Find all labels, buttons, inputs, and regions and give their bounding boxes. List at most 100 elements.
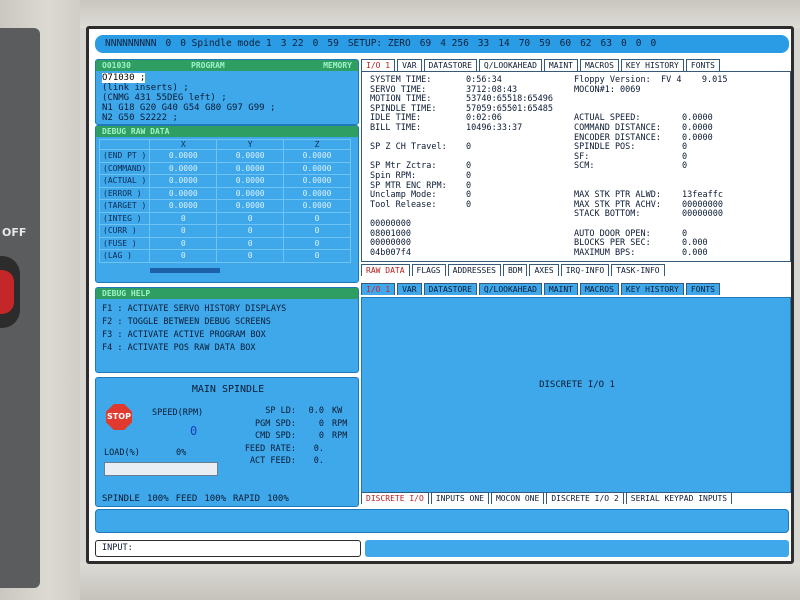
- table-row: (ERROR ) 0.0000 0.0000 0.0000: [98, 186, 351, 200]
- raw-data-z: 0: [283, 224, 351, 238]
- program-line: (link inserts) ;: [102, 83, 352, 93]
- raw-data-y: 0: [216, 249, 285, 263]
- info-value: 0: [682, 142, 688, 153]
- debug-raw-data-box[interactable]: DEBUG RAW DATA X Y Z (END PT ) 0.0000 0.0000 0…: [95, 125, 359, 283]
- top-tab[interactable]: MACROS: [579, 59, 619, 71]
- bezel-top: [80, 0, 800, 28]
- raw-data-row-label: (ERROR ): [98, 186, 151, 200]
- raw-data-x: 0.0000: [149, 186, 218, 200]
- io-tab[interactable]: KEY HISTORY: [620, 283, 684, 295]
- debug-help-lines: F1 : ACTIVATE SERVO HISTORY DISPLAYS F2 :…: [96, 299, 358, 359]
- top-tab[interactable]: MAINT: [543, 59, 578, 71]
- status-field: 0: [650, 38, 657, 49]
- top-tab[interactable]: FONTS: [685, 59, 720, 71]
- discrete-io-tab[interactable]: DISCRETE I/O: [361, 492, 429, 504]
- info-line: MAXIMUM BPS: 0.000: [574, 247, 723, 259]
- raw-data-x: 0: [149, 211, 218, 225]
- raw-data-z: 0: [283, 236, 351, 250]
- raw-data-x: 0: [149, 249, 218, 263]
- discrete-io-tab[interactable]: SERIAL KEYPAD INPUTS: [625, 492, 733, 504]
- raw-data-header-row: XYZ: [98, 139, 351, 150]
- spindle-readout-row: SP LD: 0.0 KW: [226, 406, 356, 419]
- debug-tab[interactable]: ADDRESSES: [447, 264, 501, 276]
- override-field: RAPID: [233, 494, 261, 504]
- program-box[interactable]: O01030 PROGRAM MEMORY O71030 ; (link inse…: [95, 59, 359, 125]
- raw-data-x: 0.0000: [149, 174, 218, 188]
- info-line: MOCON#1: 0069: [574, 85, 723, 96]
- info-value: 00000000: [682, 199, 723, 210]
- status-field: 69: [419, 38, 432, 49]
- info-value: 0: [682, 228, 688, 239]
- system-info-right: Floppy Version: FV 4 9.015 MOCON#1: 0069 A…: [574, 75, 728, 259]
- info-value: 57059:65501:65485: [466, 103, 553, 114]
- status-field: 0: [312, 38, 319, 49]
- io-tab[interactable]: I/O 1: [361, 283, 396, 295]
- info-value: 0:02:06: [466, 113, 502, 124]
- spindle-readout-value: 0: [318, 431, 324, 441]
- status-field: NNNNNNNNN: [105, 38, 157, 49]
- discrete-io-tab[interactable]: MOCON ONE: [490, 492, 545, 504]
- program-header-mode: MEMORY: [323, 61, 352, 70]
- emergency-stop-button[interactable]: [0, 270, 14, 314]
- status-field: 4 256: [440, 38, 469, 49]
- info-value: 13feaffc: [682, 190, 723, 201]
- debug-tab[interactable]: TASK-INFO: [611, 264, 665, 276]
- override-field: FEED: [175, 494, 198, 504]
- spindle-load-percent: 0%: [176, 448, 187, 458]
- io-tab[interactable]: MAINT: [543, 283, 578, 295]
- debug-tab[interactable]: AXES: [529, 264, 559, 276]
- program-line-text: (CNMG 431 55DEG left) ;: [102, 93, 227, 103]
- io-tab[interactable]: MACROS: [579, 283, 619, 295]
- input-field[interactable]: INPUT:: [95, 540, 361, 557]
- info-label: STACK BOTTOM:: [574, 209, 641, 220]
- spindle-readout-value: 0.: [313, 456, 324, 466]
- discrete-io-tab[interactable]: INPUTS ONE: [430, 492, 489, 504]
- spindle-readout-unit: RPM: [332, 418, 348, 429]
- system-info-left: SYSTEM TIME: 0:56:34 SERVO TIME: 3712:08:43…: [370, 75, 553, 259]
- status-field: 33: [477, 38, 490, 49]
- info-value: 0.0000: [682, 122, 713, 133]
- top-tab[interactable]: I/O 1: [361, 59, 396, 71]
- discrete-io-tab[interactable]: DISCRETE I/O 2: [546, 492, 624, 504]
- info-value: 0: [466, 180, 472, 191]
- info-line: Tool Release: 0: [370, 200, 553, 211]
- table-row: (TARGET ) 0.0000 0.0000 0.0000: [98, 199, 351, 213]
- debug-tab[interactable]: RAW DATA: [361, 264, 410, 276]
- spindle-readout-value: 0.0: [308, 406, 324, 416]
- io-tab[interactable]: DATASTORE: [423, 283, 477, 295]
- raw-data-row-label: (LAG ): [98, 249, 151, 263]
- top-tab[interactable]: Q/LOOKAHEAD: [478, 59, 542, 71]
- raw-data-row-label: (FUSE ): [98, 236, 151, 250]
- info-line: 04b007f4: [370, 248, 553, 259]
- raw-data-row-label: (ACTUAL ): [98, 174, 151, 188]
- program-header-title: PROGRAM: [191, 61, 225, 70]
- io-tab[interactable]: VAR: [397, 283, 422, 295]
- info-value: 0.000: [682, 247, 708, 258]
- spindle-readout-label: ACT FEED:: [249, 456, 296, 466]
- raw-data-x: 0.0000: [149, 199, 218, 213]
- program-line-text: N1 G18 G20 G40 G54 G80 G97 G99 ;: [102, 103, 276, 113]
- debug-tab[interactable]: BDM: [502, 264, 528, 276]
- raw-data-z: 0.0000: [283, 174, 351, 188]
- status-field: 0: [620, 38, 627, 49]
- io-tab[interactable]: FONTS: [685, 283, 720, 295]
- program-box-header: O01030 PROGRAM MEMORY: [96, 60, 358, 71]
- status-field: 62: [580, 38, 592, 49]
- top-tab[interactable]: DATASTORE: [423, 59, 477, 71]
- top-tab[interactable]: VAR: [397, 59, 422, 71]
- io-tab[interactable]: Q/LOOKAHEAD: [478, 283, 542, 295]
- status-field: 59: [539, 38, 551, 49]
- debug-tab[interactable]: IRQ-INFO: [560, 264, 610, 276]
- top-tab[interactable]: KEY HISTORY: [620, 59, 684, 71]
- status-field: 0: [635, 38, 642, 49]
- override-field: 100%: [204, 494, 226, 504]
- status-field: 0: [165, 38, 172, 49]
- info-line: STACK BOTTOM: 00000000: [574, 210, 723, 220]
- raw-data-z: 0.0000: [283, 199, 351, 213]
- debug-tab[interactable]: FLAGS: [411, 264, 446, 276]
- program-line: N2 G50 S2222 ;: [102, 113, 352, 123]
- info-value: 0:56:34: [466, 75, 502, 85]
- spindle-readout-label: SP LD:: [265, 406, 296, 416]
- table-row: (ACTUAL ) 0.0000 0.0000 0.0000: [98, 174, 351, 188]
- raw-data-scrollbar[interactable]: [150, 268, 220, 273]
